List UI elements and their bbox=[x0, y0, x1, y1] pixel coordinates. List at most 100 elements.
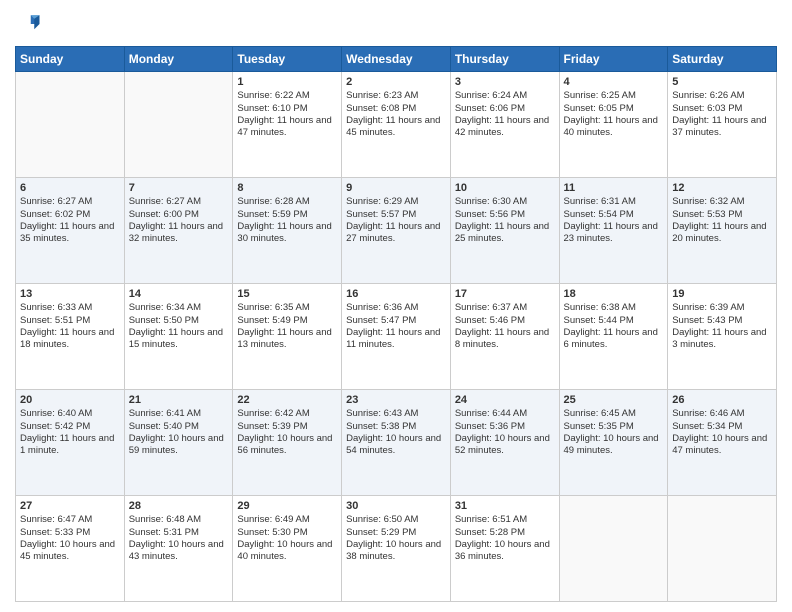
day-info: Daylight: 11 hours and 18 minutes. bbox=[20, 327, 120, 352]
day-number: 31 bbox=[455, 499, 555, 513]
day-info: Sunset: 6:05 PM bbox=[564, 103, 664, 115]
day-info: Daylight: 11 hours and 32 minutes. bbox=[129, 221, 229, 246]
day-info: Sunrise: 6:48 AM bbox=[129, 514, 229, 526]
day-info: Daylight: 10 hours and 52 minutes. bbox=[455, 433, 555, 458]
day-info: Sunrise: 6:40 AM bbox=[20, 408, 120, 420]
day-info: Sunset: 5:46 PM bbox=[455, 315, 555, 327]
day-info: Sunrise: 6:49 AM bbox=[237, 514, 337, 526]
calendar-cell: 2Sunrise: 6:23 AMSunset: 6:08 PMDaylight… bbox=[342, 72, 451, 178]
day-info: Sunset: 5:38 PM bbox=[346, 421, 446, 433]
day-info: Sunset: 5:54 PM bbox=[564, 209, 664, 221]
day-info: Sunrise: 6:32 AM bbox=[672, 196, 772, 208]
day-info: Daylight: 10 hours and 43 minutes. bbox=[129, 539, 229, 564]
calendar-cell: 8Sunrise: 6:28 AMSunset: 5:59 PMDaylight… bbox=[233, 178, 342, 284]
day-info: Sunrise: 6:24 AM bbox=[455, 90, 555, 102]
calendar-cell: 17Sunrise: 6:37 AMSunset: 5:46 PMDayligh… bbox=[450, 284, 559, 390]
calendar-cell: 16Sunrise: 6:36 AMSunset: 5:47 PMDayligh… bbox=[342, 284, 451, 390]
day-info: Sunrise: 6:43 AM bbox=[346, 408, 446, 420]
day-number: 15 bbox=[237, 287, 337, 301]
calendar-cell: 26Sunrise: 6:46 AMSunset: 5:34 PMDayligh… bbox=[668, 390, 777, 496]
day-info: Daylight: 11 hours and 15 minutes. bbox=[129, 327, 229, 352]
day-header-sunday: Sunday bbox=[16, 47, 125, 72]
day-info: Daylight: 10 hours and 54 minutes. bbox=[346, 433, 446, 458]
calendar-cell: 31Sunrise: 6:51 AMSunset: 5:28 PMDayligh… bbox=[450, 496, 559, 602]
calendar-cell: 23Sunrise: 6:43 AMSunset: 5:38 PMDayligh… bbox=[342, 390, 451, 496]
day-info: Sunrise: 6:33 AM bbox=[20, 302, 120, 314]
calendar-cell: 11Sunrise: 6:31 AMSunset: 5:54 PMDayligh… bbox=[559, 178, 668, 284]
calendar-cell: 13Sunrise: 6:33 AMSunset: 5:51 PMDayligh… bbox=[16, 284, 125, 390]
day-number: 24 bbox=[455, 393, 555, 407]
day-info: Sunrise: 6:41 AM bbox=[129, 408, 229, 420]
calendar-week-row: 27Sunrise: 6:47 AMSunset: 5:33 PMDayligh… bbox=[16, 496, 777, 602]
calendar-cell: 7Sunrise: 6:27 AMSunset: 6:00 PMDaylight… bbox=[124, 178, 233, 284]
day-info: Sunset: 5:33 PM bbox=[20, 527, 120, 539]
day-number: 26 bbox=[672, 393, 772, 407]
day-info: Sunrise: 6:39 AM bbox=[672, 302, 772, 314]
day-number: 12 bbox=[672, 181, 772, 195]
calendar-cell bbox=[124, 72, 233, 178]
day-number: 28 bbox=[129, 499, 229, 513]
day-info: Sunrise: 6:27 AM bbox=[129, 196, 229, 208]
day-header-thursday: Thursday bbox=[450, 47, 559, 72]
calendar-header-row: SundayMondayTuesdayWednesdayThursdayFrid… bbox=[16, 47, 777, 72]
header bbox=[15, 10, 777, 38]
day-info: Sunset: 5:53 PM bbox=[672, 209, 772, 221]
calendar-cell: 15Sunrise: 6:35 AMSunset: 5:49 PMDayligh… bbox=[233, 284, 342, 390]
calendar-cell: 21Sunrise: 6:41 AMSunset: 5:40 PMDayligh… bbox=[124, 390, 233, 496]
calendar-cell: 19Sunrise: 6:39 AMSunset: 5:43 PMDayligh… bbox=[668, 284, 777, 390]
page: SundayMondayTuesdayWednesdayThursdayFrid… bbox=[0, 0, 792, 612]
day-info: Sunrise: 6:25 AM bbox=[564, 90, 664, 102]
calendar-cell: 12Sunrise: 6:32 AMSunset: 5:53 PMDayligh… bbox=[668, 178, 777, 284]
day-info: Sunrise: 6:31 AM bbox=[564, 196, 664, 208]
day-number: 4 bbox=[564, 75, 664, 89]
day-info: Daylight: 10 hours and 38 minutes. bbox=[346, 539, 446, 564]
day-info: Daylight: 11 hours and 1 minute. bbox=[20, 433, 120, 458]
day-info: Daylight: 10 hours and 45 minutes. bbox=[20, 539, 120, 564]
day-info: Daylight: 11 hours and 25 minutes. bbox=[455, 221, 555, 246]
day-info: Daylight: 11 hours and 3 minutes. bbox=[672, 327, 772, 352]
calendar-cell: 4Sunrise: 6:25 AMSunset: 6:05 PMDaylight… bbox=[559, 72, 668, 178]
day-info: Sunset: 5:50 PM bbox=[129, 315, 229, 327]
calendar-cell bbox=[559, 496, 668, 602]
day-info: Sunrise: 6:36 AM bbox=[346, 302, 446, 314]
day-info: Daylight: 11 hours and 20 minutes. bbox=[672, 221, 772, 246]
day-info: Sunrise: 6:38 AM bbox=[564, 302, 664, 314]
day-info: Daylight: 11 hours and 42 minutes. bbox=[455, 115, 555, 140]
calendar-cell: 3Sunrise: 6:24 AMSunset: 6:06 PMDaylight… bbox=[450, 72, 559, 178]
day-number: 16 bbox=[346, 287, 446, 301]
calendar-cell: 5Sunrise: 6:26 AMSunset: 6:03 PMDaylight… bbox=[668, 72, 777, 178]
day-info: Daylight: 11 hours and 6 minutes. bbox=[564, 327, 664, 352]
day-info: Daylight: 11 hours and 35 minutes. bbox=[20, 221, 120, 246]
day-number: 3 bbox=[455, 75, 555, 89]
day-info: Daylight: 11 hours and 23 minutes. bbox=[564, 221, 664, 246]
day-info: Sunset: 6:00 PM bbox=[129, 209, 229, 221]
day-info: Daylight: 10 hours and 47 minutes. bbox=[672, 433, 772, 458]
day-number: 20 bbox=[20, 393, 120, 407]
calendar-cell: 28Sunrise: 6:48 AMSunset: 5:31 PMDayligh… bbox=[124, 496, 233, 602]
day-info: Sunrise: 6:50 AM bbox=[346, 514, 446, 526]
day-info: Sunrise: 6:27 AM bbox=[20, 196, 120, 208]
day-number: 13 bbox=[20, 287, 120, 301]
day-info: Daylight: 10 hours and 40 minutes. bbox=[237, 539, 337, 564]
day-info: Sunset: 5:28 PM bbox=[455, 527, 555, 539]
day-info: Daylight: 11 hours and 47 minutes. bbox=[237, 115, 337, 140]
calendar-cell: 22Sunrise: 6:42 AMSunset: 5:39 PMDayligh… bbox=[233, 390, 342, 496]
day-info: Sunset: 6:03 PM bbox=[672, 103, 772, 115]
day-info: Sunrise: 6:23 AM bbox=[346, 90, 446, 102]
day-info: Daylight: 10 hours and 59 minutes. bbox=[129, 433, 229, 458]
day-info: Sunrise: 6:51 AM bbox=[455, 514, 555, 526]
day-info: Daylight: 11 hours and 11 minutes. bbox=[346, 327, 446, 352]
day-info: Sunset: 5:31 PM bbox=[129, 527, 229, 539]
day-number: 7 bbox=[129, 181, 229, 195]
calendar-week-row: 20Sunrise: 6:40 AMSunset: 5:42 PMDayligh… bbox=[16, 390, 777, 496]
day-info: Sunset: 5:35 PM bbox=[564, 421, 664, 433]
day-info: Daylight: 11 hours and 8 minutes. bbox=[455, 327, 555, 352]
day-number: 11 bbox=[564, 181, 664, 195]
day-number: 25 bbox=[564, 393, 664, 407]
day-number: 6 bbox=[20, 181, 120, 195]
day-info: Sunrise: 6:37 AM bbox=[455, 302, 555, 314]
day-info: Sunset: 5:49 PM bbox=[237, 315, 337, 327]
calendar-cell: 24Sunrise: 6:44 AMSunset: 5:36 PMDayligh… bbox=[450, 390, 559, 496]
day-info: Sunset: 5:59 PM bbox=[237, 209, 337, 221]
day-info: Sunrise: 6:47 AM bbox=[20, 514, 120, 526]
